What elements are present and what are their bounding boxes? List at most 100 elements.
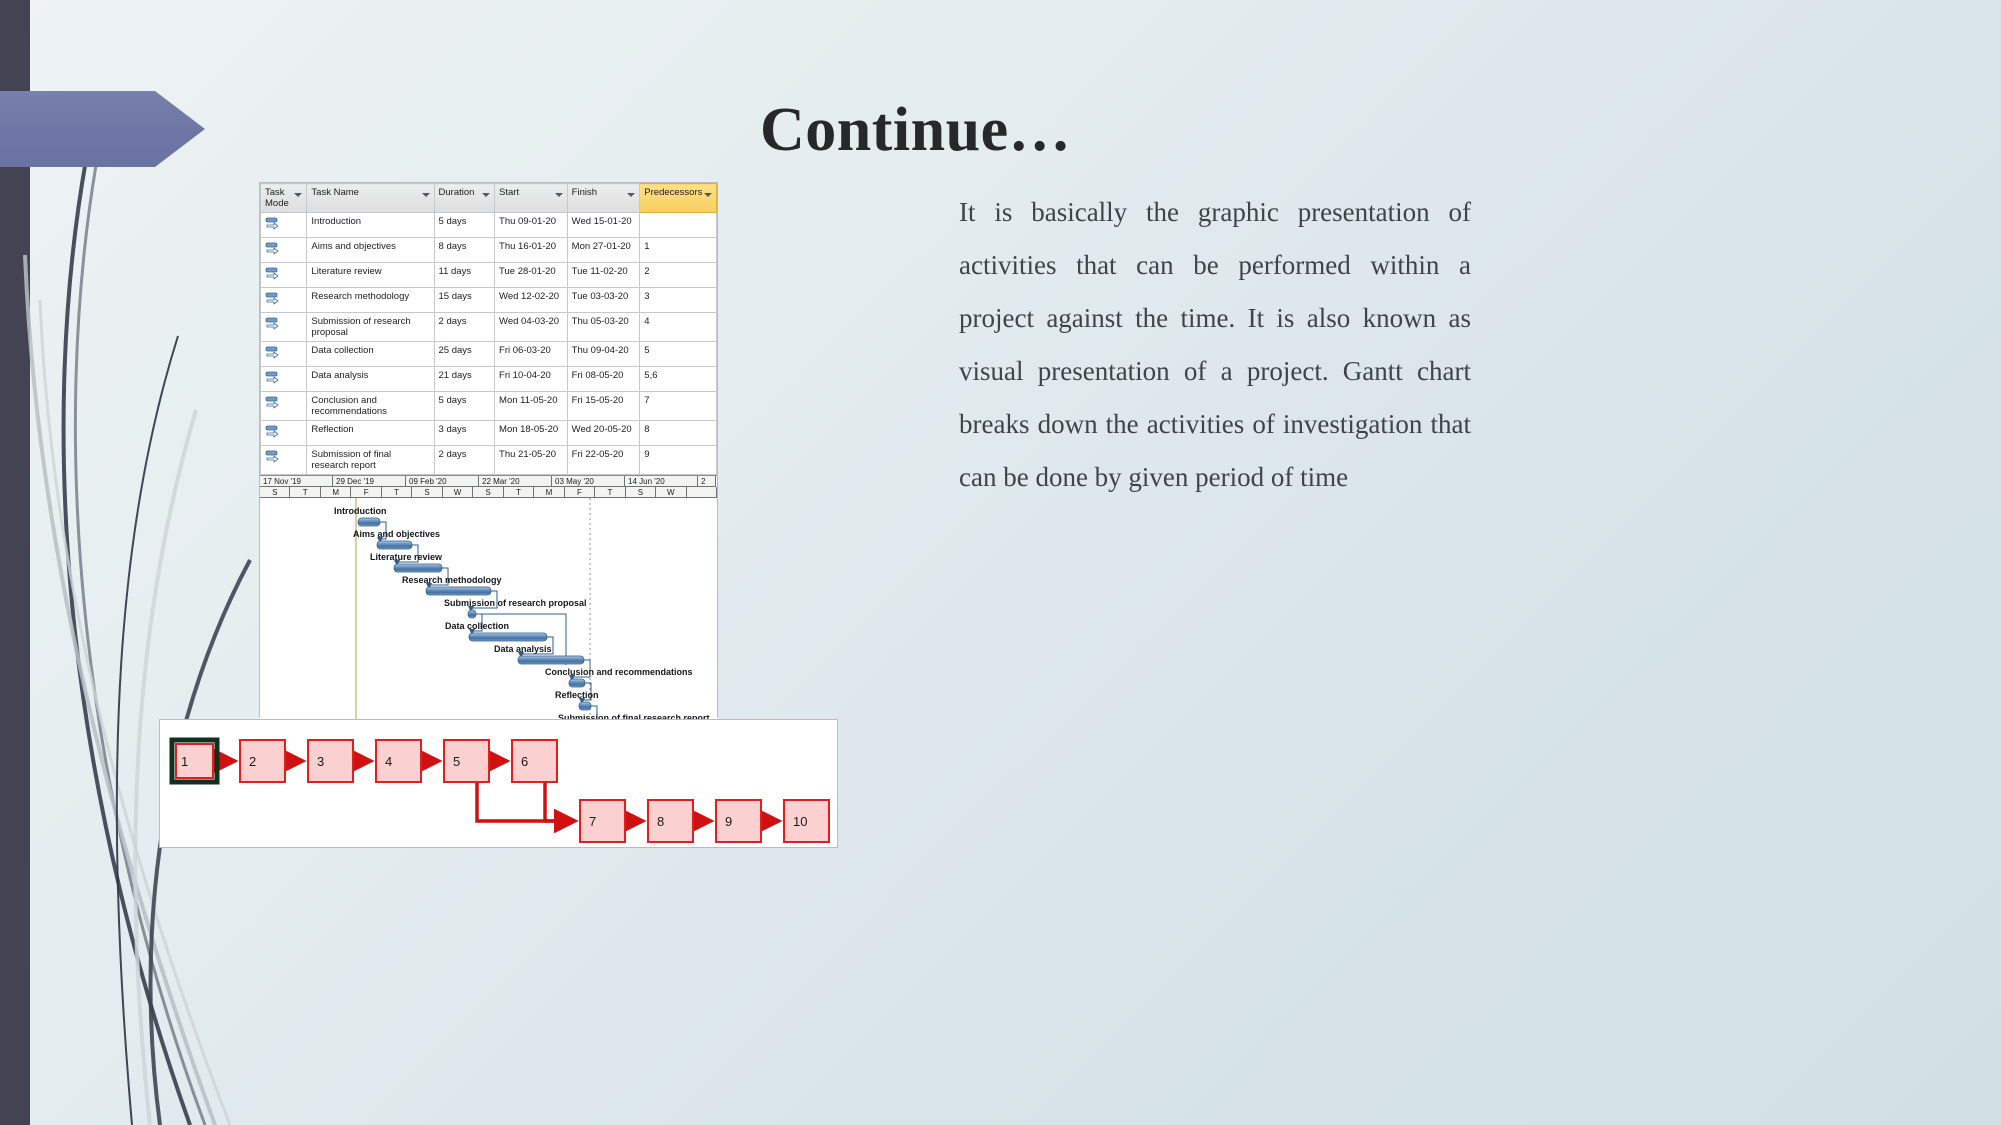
network-node[interactable]: 1 [172, 740, 217, 782]
cell-finish[interactable]: Fri 08-05-20 [567, 367, 640, 392]
cell-predecessors[interactable]: 2 [640, 263, 717, 288]
table-row[interactable]: Research methodology15 daysWed 12-02-20T… [261, 288, 717, 313]
cell-predecessors[interactable]: 1 [640, 238, 717, 263]
cell-finish[interactable]: Wed 15-01-20 [567, 213, 640, 238]
table-row[interactable]: Data analysis21 daysFri 10-04-20Fri 08-0… [261, 367, 717, 392]
gantt-bar[interactable] [377, 541, 412, 549]
cell-task-mode[interactable] [261, 392, 307, 421]
cell-duration[interactable]: 8 days [434, 238, 495, 263]
cell-finish[interactable]: Fri 15-05-20 [567, 392, 640, 421]
cell-task-mode[interactable] [261, 342, 307, 367]
network-node[interactable]: 3 [308, 740, 353, 782]
gantt-bar[interactable] [426, 587, 491, 595]
cell-finish[interactable]: Tue 11-02-20 [567, 263, 640, 288]
table-row[interactable]: Submission of research proposal2 daysWed… [261, 313, 717, 342]
cell-predecessors[interactable]: 5 [640, 342, 717, 367]
network-node[interactable]: 5 [444, 740, 489, 782]
cell-start[interactable]: Tue 28-01-20 [495, 263, 568, 288]
cell-task-mode[interactable] [261, 313, 307, 342]
column-header-duration[interactable]: Duration [434, 184, 495, 213]
cell-task-name[interactable]: Research methodology [307, 288, 434, 313]
cell-start[interactable]: Thu 16-01-20 [495, 238, 568, 263]
network-node[interactable]: 7 [580, 800, 625, 842]
column-header-task-name[interactable]: Task Name [307, 184, 434, 213]
cell-finish[interactable]: Thu 09-04-20 [567, 342, 640, 367]
cell-task-mode[interactable] [261, 288, 307, 313]
column-header-task-mode[interactable]: Task Mode [261, 184, 307, 213]
cell-start[interactable]: Wed 12-02-20 [495, 288, 568, 313]
cell-predecessors[interactable]: 7 [640, 392, 717, 421]
cell-start[interactable]: Mon 11-05-20 [495, 392, 568, 421]
chevron-down-icon[interactable] [704, 193, 712, 197]
gantt-bar[interactable] [469, 633, 547, 641]
cell-task-name[interactable]: Introduction [307, 213, 434, 238]
cell-task-mode[interactable] [261, 446, 307, 475]
cell-duration[interactable]: 3 days [434, 421, 495, 446]
cell-start[interactable]: Fri 10-04-20 [495, 367, 568, 392]
cell-task-name[interactable]: Submission of research proposal [307, 313, 434, 342]
column-header-start[interactable]: Start [495, 184, 568, 213]
network-node[interactable]: 8 [648, 800, 693, 842]
cell-task-name[interactable]: Reflection [307, 421, 434, 446]
cell-task-mode[interactable] [261, 213, 307, 238]
network-node[interactable]: 9 [716, 800, 761, 842]
chevron-down-icon[interactable] [294, 193, 302, 197]
cell-task-name[interactable]: Literature review [307, 263, 434, 288]
cell-start[interactable]: Wed 04-03-20 [495, 313, 568, 342]
cell-duration[interactable]: 15 days [434, 288, 495, 313]
table-row[interactable]: Conclusion and recommendations5 daysMon … [261, 392, 717, 421]
table-row[interactable]: Data collection25 daysFri 06-03-20Thu 09… [261, 342, 717, 367]
cell-task-mode[interactable] [261, 238, 307, 263]
cell-start[interactable]: Thu 21-05-20 [495, 446, 568, 475]
cell-duration[interactable]: 11 days [434, 263, 495, 288]
cell-finish[interactable]: Mon 27-01-20 [567, 238, 640, 263]
network-node[interactable]: 4 [376, 740, 421, 782]
cell-task-mode[interactable] [261, 263, 307, 288]
cell-duration[interactable]: 21 days [434, 367, 495, 392]
cell-finish[interactable]: Wed 20-05-20 [567, 421, 640, 446]
gantt-bar[interactable] [569, 679, 585, 687]
cell-task-name[interactable]: Submission of final research report [307, 446, 434, 475]
cell-predecessors[interactable]: 4 [640, 313, 717, 342]
cell-duration[interactable]: 2 days [434, 313, 495, 342]
gantt-bar[interactable] [518, 656, 584, 664]
column-header-finish[interactable]: Finish [567, 184, 640, 213]
column-header-predecessors[interactable]: Predecessors [640, 184, 717, 213]
network-node[interactable]: 6 [512, 740, 557, 782]
cell-predecessors[interactable]: 8 [640, 421, 717, 446]
table-row[interactable]: Reflection3 daysMon 18-05-20Wed 20-05-20… [261, 421, 717, 446]
cell-finish[interactable]: Fri 22-05-20 [567, 446, 640, 475]
chevron-down-icon[interactable] [422, 193, 430, 197]
table-row[interactable]: Submission of final research report2 day… [261, 446, 717, 475]
cell-predecessors[interactable] [640, 213, 717, 238]
chevron-down-icon[interactable] [555, 193, 563, 197]
cell-finish[interactable]: Thu 05-03-20 [567, 313, 640, 342]
cell-predecessors[interactable]: 9 [640, 446, 717, 475]
gantt-bar[interactable] [394, 564, 442, 572]
cell-task-name[interactable]: Data collection [307, 342, 434, 367]
chevron-down-icon[interactable] [627, 193, 635, 197]
chevron-down-icon[interactable] [482, 193, 490, 197]
gantt-bar[interactable] [358, 518, 380, 526]
cell-task-mode[interactable] [261, 367, 307, 392]
cell-task-mode[interactable] [261, 421, 307, 446]
gantt-bar[interactable] [468, 610, 476, 618]
cell-duration[interactable]: 25 days [434, 342, 495, 367]
cell-task-name[interactable]: Data analysis [307, 367, 434, 392]
table-row[interactable]: Introduction5 daysThu 09-01-20Wed 15-01-… [261, 213, 717, 238]
cell-start[interactable]: Fri 06-03-20 [495, 342, 568, 367]
cell-start[interactable]: Mon 18-05-20 [495, 421, 568, 446]
network-node[interactable]: 10 [784, 800, 829, 842]
network-node[interactable]: 2 [240, 740, 285, 782]
table-row[interactable]: Literature review11 daysTue 28-01-20Tue … [261, 263, 717, 288]
cell-start[interactable]: Thu 09-01-20 [495, 213, 568, 238]
cell-task-name[interactable]: Conclusion and recommendations [307, 392, 434, 421]
cell-duration[interactable]: 5 days [434, 213, 495, 238]
gantt-bar[interactable] [579, 702, 591, 710]
table-row[interactable]: Aims and objectives8 daysThu 16-01-20Mon… [261, 238, 717, 263]
cell-duration[interactable]: 5 days [434, 392, 495, 421]
cell-duration[interactable]: 2 days [434, 446, 495, 475]
cell-predecessors[interactable]: 5,6 [640, 367, 717, 392]
cell-finish[interactable]: Tue 03-03-20 [567, 288, 640, 313]
cell-task-name[interactable]: Aims and objectives [307, 238, 434, 263]
